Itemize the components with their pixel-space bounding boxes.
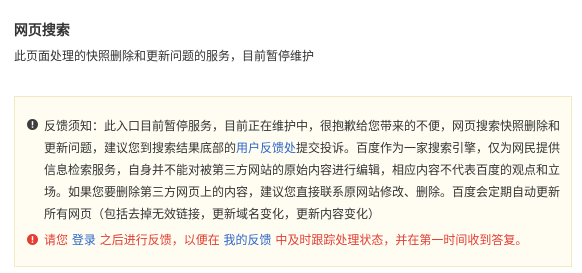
- page-title: 网页搜索: [14, 23, 70, 39]
- warning-part2: 之后进行反馈，以便在: [99, 233, 220, 247]
- warning-row: 请您 登录 之后进行反馈，以便在 我的反馈 中及时跟踪处理状态，并在第一时间收到…: [27, 231, 561, 248]
- page: 网页搜索 此页面处理的快照删除和更新问题的服务，目前暂停维护 反馈须知：此入口目…: [0, 0, 582, 273]
- notice-box: 反馈须知：此入口目前暂停服务，目前正在维护中，很抱歉给您带来的不便，网页搜索快照…: [14, 96, 572, 267]
- warning-text: 请您 登录 之后进行反馈，以便在 我的反馈 中及时跟踪处理状态，并在第一时间收到…: [44, 231, 527, 248]
- warning-part1: 请您: [44, 233, 69, 247]
- exclamation-circle-icon: [27, 119, 38, 130]
- user-feedback-link[interactable]: 用户反馈处: [236, 141, 296, 155]
- page-subtitle: 此页面处理的快照删除和更新问题的服务，目前暂停维护: [14, 49, 315, 63]
- warning-part3: 中及时跟踪处理状态，并在第一时间收到答复。: [275, 233, 528, 247]
- notice-text: 反馈须知：此入口目前暂停服务，目前正在维护中，很抱歉给您带来的不便，网页搜索快照…: [44, 115, 561, 225]
- exclamation-circle-icon: [27, 234, 38, 245]
- my-feedback-link[interactable]: 我的反馈: [224, 233, 272, 247]
- info-row: 反馈须知：此入口目前暂停服务，目前正在维护中，很抱歉给您带来的不便，网页搜索快照…: [27, 115, 561, 225]
- login-link[interactable]: 登录: [72, 233, 96, 247]
